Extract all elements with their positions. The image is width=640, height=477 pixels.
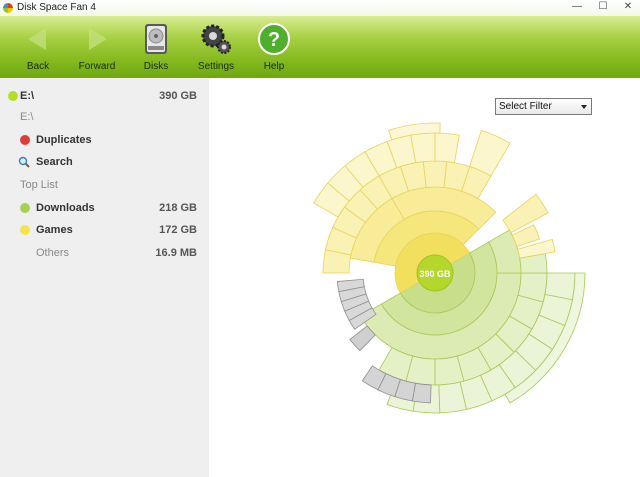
- wedge-segment[interactable]: [434, 132, 460, 164]
- drive-label: E:\: [20, 90, 35, 102]
- wedge-segment[interactable]: [502, 193, 549, 234]
- duplicates-color-dot: [20, 135, 30, 145]
- others-label: Others: [36, 247, 70, 259]
- title-bar: Disk Space Fan 4 — ☐ ✕: [0, 0, 640, 16]
- current-path-label: E:\: [20, 111, 34, 123]
- games-size: 172 GB: [159, 224, 197, 236]
- arrow-left-icon: [28, 28, 46, 50]
- hard-disk-icon: [145, 24, 167, 54]
- disk-usage-sunburst[interactable]: 390 GB: [209, 79, 640, 477]
- maximize-button[interactable]: ☐: [592, 0, 614, 14]
- window-title: Disk Space Fan 4: [17, 2, 96, 13]
- gears-icon: [201, 24, 231, 54]
- search-item[interactable]: Search: [0, 153, 209, 171]
- disks-label: Disks: [143, 61, 169, 72]
- help-button[interactable]: ? Help: [249, 22, 299, 72]
- games-label: Games: [36, 224, 73, 236]
- top-list-item-games[interactable]: Games 172 GB: [0, 221, 209, 239]
- duplicates-label: Duplicates: [36, 134, 92, 146]
- help-label: Help: [263, 61, 285, 72]
- top-list-item-downloads[interactable]: Downloads 218 GB: [0, 199, 209, 217]
- search-label: Search: [36, 156, 73, 168]
- drive-color-dot: [8, 91, 18, 101]
- magnifier-icon: [18, 156, 30, 168]
- drive-item[interactable]: E:\ 390 GB: [0, 87, 209, 105]
- svg-text:?: ?: [268, 29, 280, 51]
- current-path: E:\: [0, 108, 209, 126]
- center-size-label: 390 GB: [419, 269, 451, 279]
- close-button[interactable]: ✕: [617, 0, 639, 14]
- arrow-right-icon: [89, 28, 107, 50]
- settings-button[interactable]: Settings: [191, 22, 241, 72]
- wedge-segment[interactable]: [422, 160, 448, 188]
- forward-label: Forward: [78, 61, 116, 72]
- settings-label: Settings: [197, 61, 235, 72]
- minimize-button[interactable]: —: [566, 0, 588, 14]
- app-logo-icon: [3, 3, 13, 13]
- wedge-segment[interactable]: [411, 382, 432, 404]
- back-label: Back: [26, 61, 50, 72]
- toolbar: Back Forward Disks Settings ? Help: [0, 16, 640, 78]
- downloads-label: Downloads: [36, 202, 95, 214]
- forward-button[interactable]: Forward: [72, 22, 122, 72]
- downloads-color-dot: [20, 203, 30, 213]
- back-button[interactable]: Back: [13, 22, 63, 72]
- question-mark-icon: ?: [258, 23, 290, 55]
- disks-button[interactable]: Disks: [131, 22, 181, 72]
- drive-size: 390 GB: [159, 90, 197, 102]
- main-panel: Select Filter 390 GB: [209, 79, 640, 477]
- duplicates-item[interactable]: Duplicates: [0, 131, 209, 149]
- top-list-heading-label: Top List: [20, 179, 58, 191]
- sidebar: E:\ 390 GB E:\ Duplicates Search Top Lis…: [0, 79, 209, 477]
- games-color-dot: [20, 225, 30, 235]
- others-size: 16.9 MB: [155, 247, 197, 259]
- downloads-size: 218 GB: [159, 202, 197, 214]
- top-list-heading: Top List: [0, 176, 209, 194]
- top-list-item-others[interactable]: Others 16.9 MB: [0, 244, 209, 262]
